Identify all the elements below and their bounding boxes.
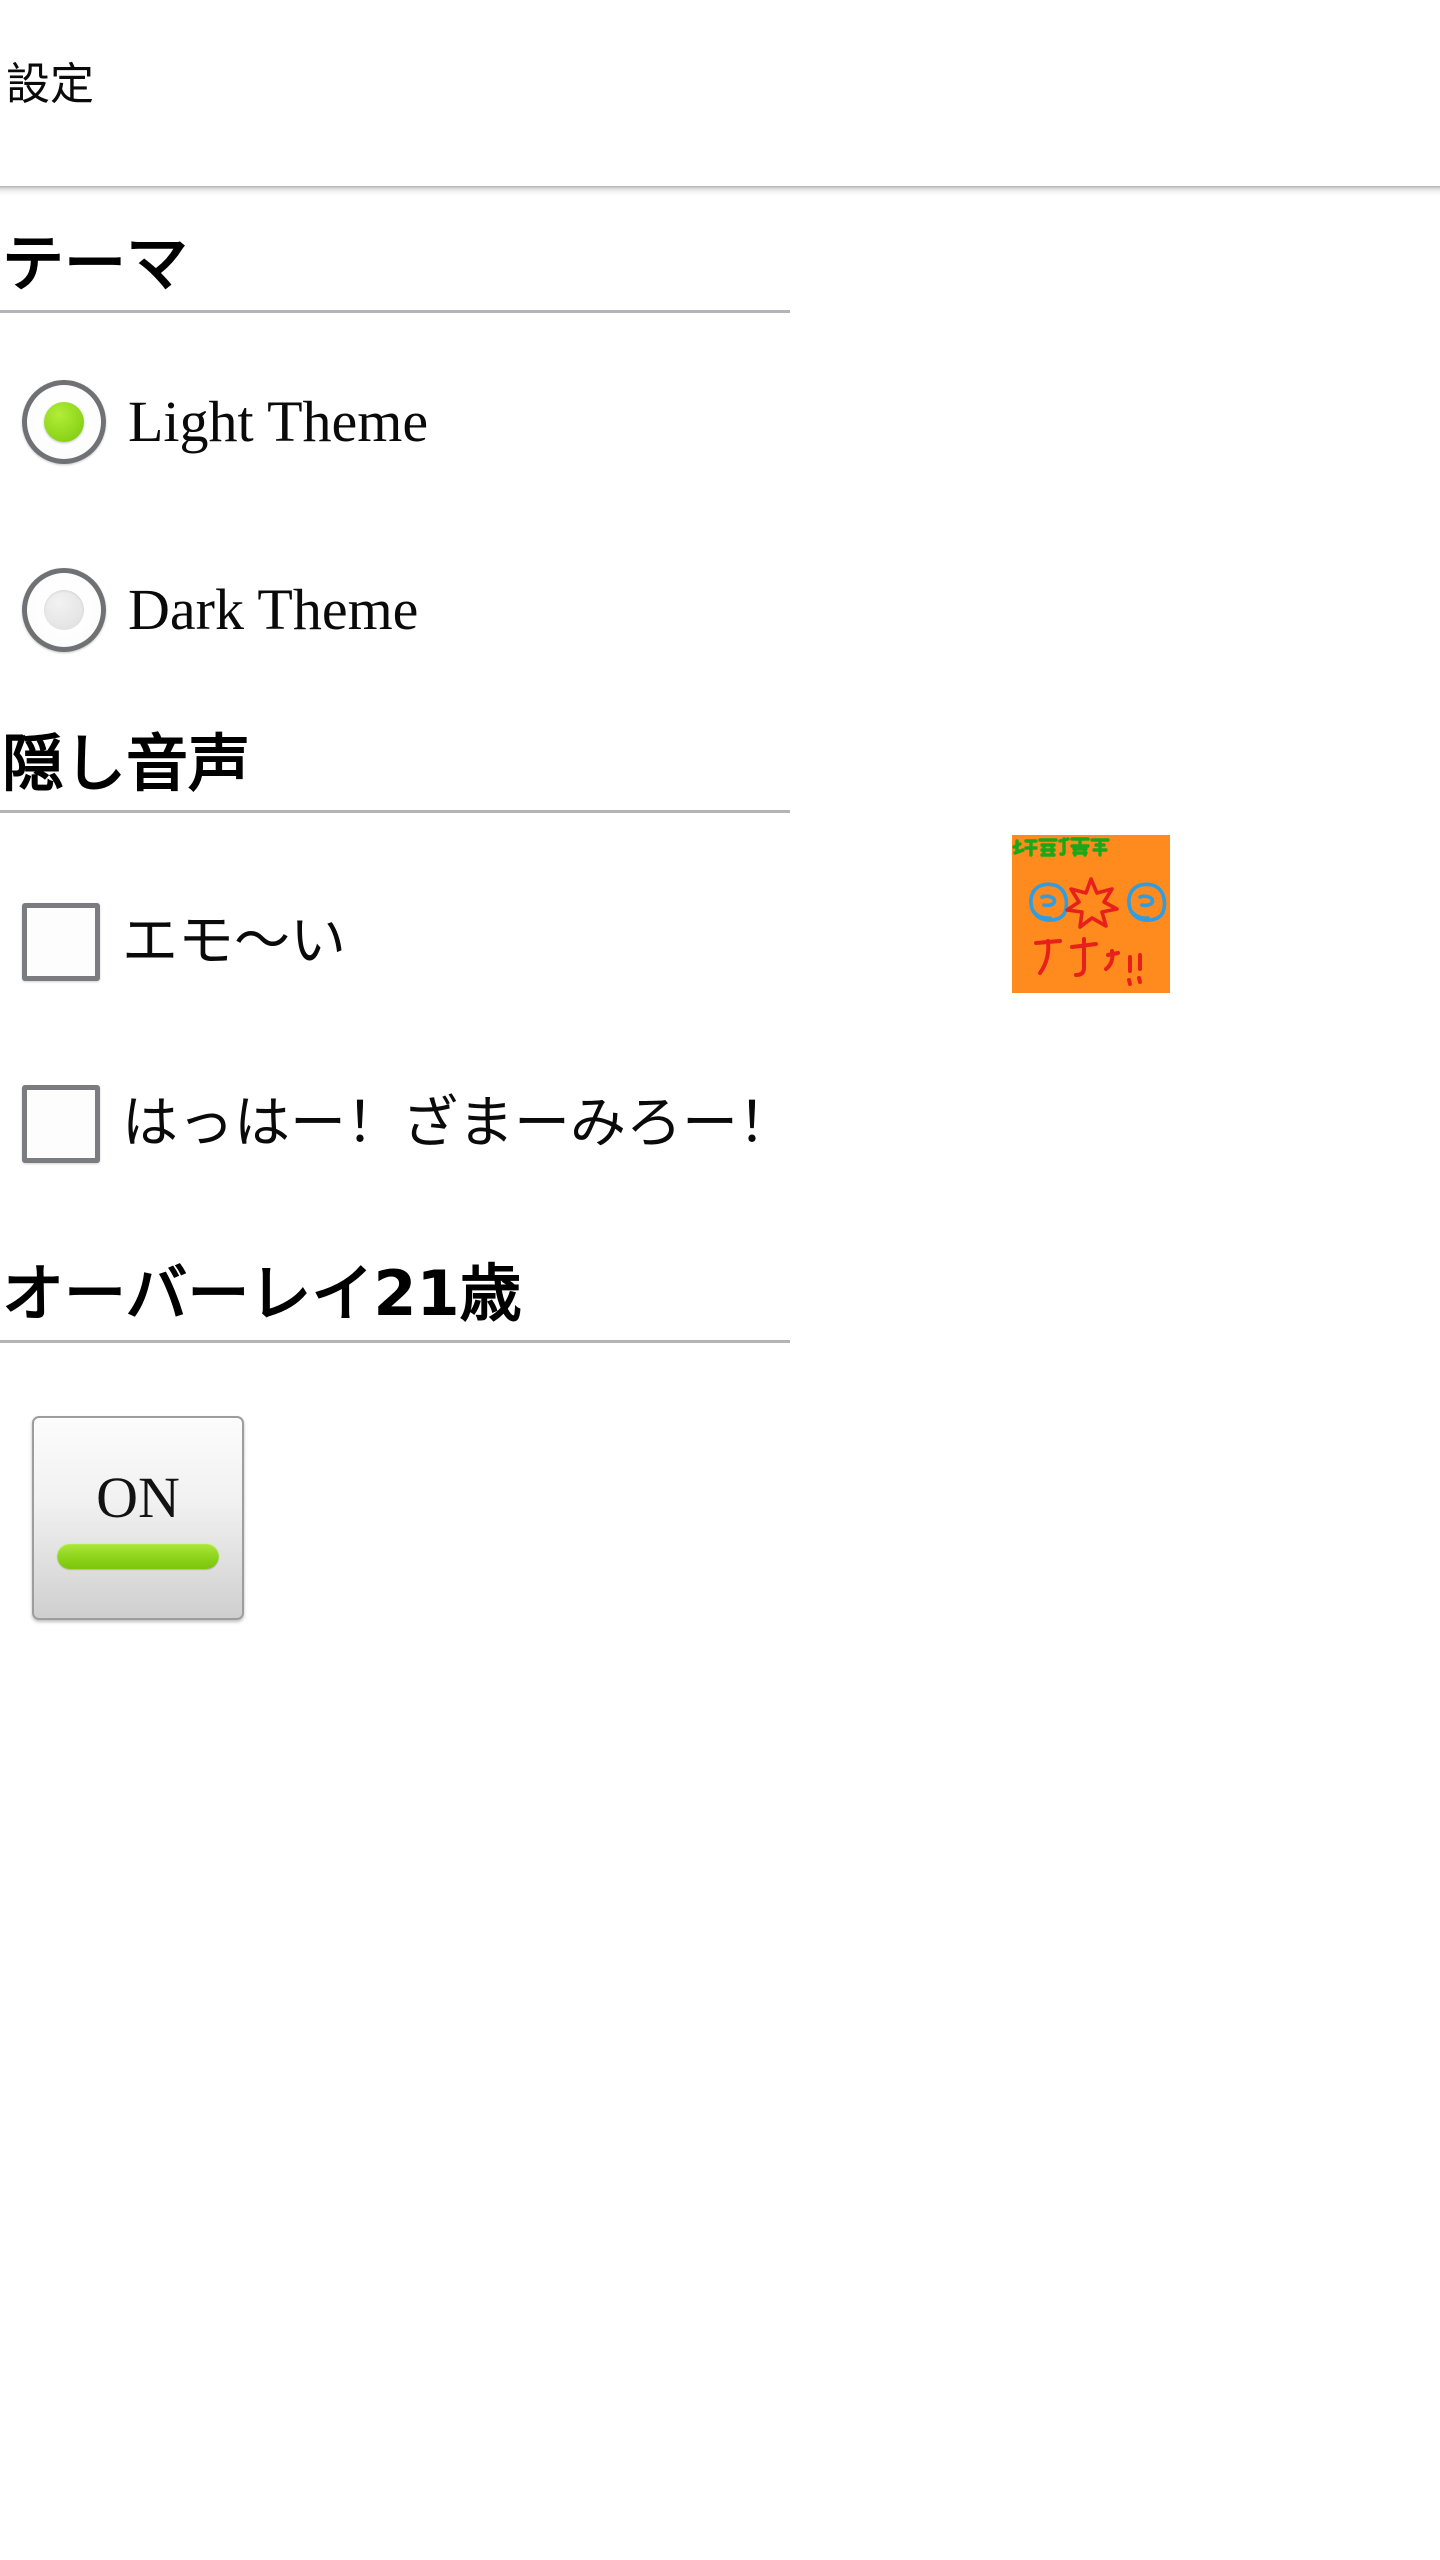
radio-row-dark-theme[interactable]: Dark Theme [0, 554, 418, 666]
checkbox-label-emoi: エモ〜い [122, 909, 346, 974]
radio-label-light-theme: Light Theme [128, 389, 429, 454]
radio-dot [44, 402, 84, 442]
overlay-toggle-button[interactable]: ON [32, 1416, 244, 1620]
checkbox-unchecked-icon[interactable] [22, 1085, 100, 1163]
radio-label-dark-theme: Dark Theme [128, 577, 419, 642]
checkbox-unchecked-icon[interactable] [22, 903, 100, 981]
section-divider-overlay [0, 1340, 790, 1343]
overlay-toggle-label: ON [96, 1465, 180, 1530]
section-hidden-audio: 隠し音声 [0, 726, 1440, 813]
radio-dot [44, 590, 84, 630]
checkbox-label-hahha: はっはー！ざまーみろー！ [122, 1091, 794, 1156]
action-bar: 設定 [0, 0, 1440, 186]
hidden-audio-artwork[interactable] [1012, 835, 1170, 993]
action-bar-shadow [0, 186, 1440, 196]
section-overlay: オーバーレイ21歳 [0, 1256, 1440, 1343]
section-header-overlay: オーバーレイ21歳 [0, 1256, 790, 1343]
section-title-theme: テーマ [2, 227, 189, 300]
radio-checked-icon[interactable] [22, 380, 106, 464]
section-theme: テーマ [0, 226, 1440, 313]
section-header-hidden-audio: 隠し音声 [0, 726, 790, 813]
checkbox-row-emoi[interactable]: エモ〜い [0, 886, 346, 998]
radio-row-light-theme[interactable]: Light Theme [0, 366, 428, 478]
section-title-hidden-audio: 隠し音声 [2, 727, 251, 800]
overlay-toggle-indicator [57, 1543, 219, 1569]
section-divider-theme [0, 310, 790, 313]
checkbox-row-hahha[interactable]: はっはー！ざまーみろー！ [0, 1068, 794, 1180]
section-divider-hidden-audio [0, 810, 790, 813]
hidden-audio-artwork-drawing [1012, 835, 1170, 993]
section-header-theme: テーマ [0, 226, 790, 313]
section-title-overlay: オーバーレイ21歳 [2, 1257, 522, 1330]
settings-content: テーマ Light Theme Dark Theme 隠し音声 エモ〜い はっは… [0, 196, 1440, 2560]
radio-unchecked-icon[interactable] [22, 568, 106, 652]
page-title: 設定 [6, 59, 94, 110]
